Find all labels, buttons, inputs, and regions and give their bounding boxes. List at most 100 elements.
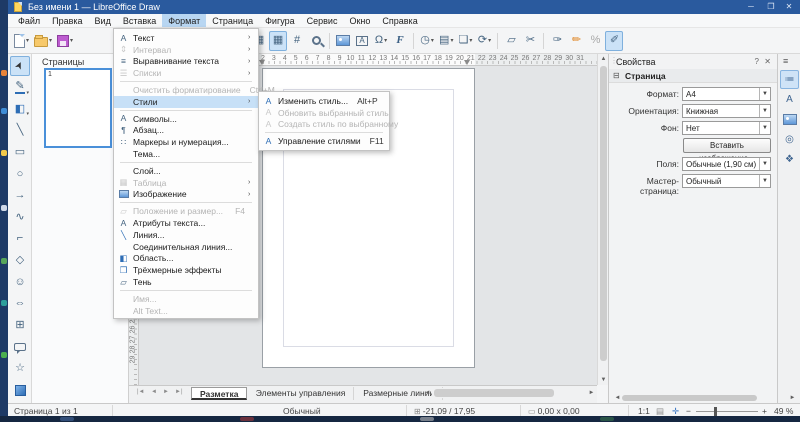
format-menu-item[interactable]: Слой... [114,165,258,177]
format-menu-item[interactable]: ∷Маркеры и нумерация... [114,136,258,148]
sidebar-horizontal-scrollbar[interactable]: ◄ ► [612,394,798,402]
page-style-indicator[interactable]: Обычный [283,406,321,416]
curves-and-polygons-tool-button[interactable]: ∿ [10,207,30,227]
menu-Вид[interactable]: Вид [89,14,117,27]
flowchart-tool-button[interactable]: ⊞ [10,315,30,335]
edit-points-button[interactable]: ✑ [548,31,566,51]
glue-points-button[interactable]: ✏ [567,31,585,51]
dropdown-arrow-icon[interactable]: ▾ [488,37,491,44]
scroll-right-icon[interactable]: ► [586,390,597,396]
sidebar-tab-gallery[interactable] [780,110,799,129]
horizontal-scrollbar-thumb[interactable] [434,389,554,397]
insert-field-button[interactable]: ◷▾ [418,31,436,51]
helplines-button[interactable]: # [288,31,306,51]
dropdown-arrow-icon[interactable]: ▾ [70,37,73,44]
scale-indicator[interactable]: 1:1 [638,406,650,416]
symbol-shapes-tool-button[interactable]: ☺ [10,272,30,292]
connectors-tool-button[interactable]: ⌐ [10,229,30,249]
previous-page-icon[interactable]: ◄ [151,389,157,395]
arrange-button[interactable]: ❏▾ [456,31,474,51]
line-color-tool-button[interactable]: ✎▾ [10,78,30,98]
zoom-slider-thumb[interactable] [714,407,717,416]
block-arrows-tool-button[interactable]: ⇔ [10,294,30,314]
layer-tab-active[interactable]: Разметка [191,387,247,400]
menu-Окно[interactable]: Окно [343,14,376,27]
close-button[interactable]: ✕ [780,1,798,13]
format-menu-item[interactable]: ❒Трёхмерные эффекты [114,264,258,276]
desktop-app-icon[interactable] [1,108,7,114]
first-page-icon[interactable]: |◄ [137,389,145,395]
select-tool-button[interactable]: ➤ [10,56,30,76]
sidebar-tab-shapes[interactable]: ❖ [780,150,799,169]
shadow-button[interactable]: ▱ [502,31,520,51]
desktop-app-icon[interactable] [1,300,7,306]
sidebar-menu-icon[interactable]: ≡ [783,56,788,66]
master-page-select[interactable]: Обычный ▼ [682,174,771,188]
open-button[interactable]: ▾ [32,31,54,51]
zoom-out-icon[interactable]: − [686,406,691,416]
dropdown-arrow-icon[interactable]: ▾ [450,37,453,44]
dropdown-arrow-icon[interactable]: ▾ [384,37,387,44]
callouts-tool-button[interactable] [10,337,30,357]
sidebar-tab-styles[interactable]: A [780,90,799,109]
zoom-in-icon[interactable]: + [762,406,767,416]
rectangle-tool-button[interactable]: ▭ [10,142,30,162]
desktop-app-icon[interactable] [1,352,7,358]
new-document-button[interactable]: ▾ [12,31,31,51]
chevron-down-icon[interactable]: ▼ [759,105,770,117]
fill-color-tool-button[interactable]: ◧▾ [10,99,30,119]
chevron-down-icon[interactable]: ▼ [759,122,770,134]
menu-Вставка[interactable]: Вставка [117,14,162,27]
lines-and-arrows-tool-button[interactable]: → [10,186,30,206]
3d-objects-tool-button[interactable] [10,380,30,400]
format-menu-item[interactable]: ¶Абзац... [114,125,258,137]
vertical-scrollbar-thumb[interactable] [600,66,607,361]
menu-Файл[interactable]: Файл [12,14,46,27]
dropdown-arrow-icon[interactable]: ▾ [49,37,52,44]
menu-Формат[interactable]: Формат [162,14,206,27]
layer-tab-item[interactable]: Элементы управления [248,387,355,400]
menu-Страница[interactable]: Страница [206,14,259,27]
insert-image-button[interactable]: Вставить изображение... [683,138,771,153]
fontwork-button[interactable]: F [391,31,409,51]
styles-submenu-item[interactable]: AИзменить стиль...Alt+P [259,95,389,107]
basic-shapes-tool-button[interactable]: ◇ [10,250,30,270]
format-menu-item[interactable]: ╲Линия... [114,229,258,241]
page-section-header[interactable]: ⊟ Страница [609,69,778,83]
vertical-scrollbar[interactable]: ▲ ▼ [597,54,608,385]
dropdown-arrow-icon[interactable]: ▾ [26,37,29,44]
format-menu-item[interactable]: ◧Область... [114,253,258,265]
collapse-section-icon[interactable]: ⊟ [613,71,620,80]
format-menu-item[interactable]: Изображение› [114,189,258,201]
show-draw-functions-button[interactable]: ✐ [605,31,623,51]
align-objects-button[interactable]: ▤▾ [437,31,455,51]
page-thumbnail[interactable]: 1 [44,68,112,148]
menu-Сервис[interactable]: Сервис [301,14,344,27]
sidebar-tab-properties[interactable]: ≔ [780,70,799,89]
chevron-down-icon[interactable]: ▼ [759,175,770,187]
zoom-slider[interactable] [696,411,758,412]
insert-image-button[interactable] [334,31,352,51]
chevron-down-icon[interactable]: ▼ [759,158,770,170]
format-menu-item[interactable]: Стили› [114,96,258,108]
menu-Фигура[interactable]: Фигура [259,14,301,27]
desktop-app-icon[interactable] [1,258,7,264]
chevron-down-icon[interactable]: ▼ [759,88,770,100]
sidebar-tab-navigator[interactable]: ◎ [780,130,799,149]
format-menu-item[interactable]: Соединительная линия... [114,241,258,253]
format-menu-item[interactable]: ▱Тень [114,276,258,288]
dropdown-arrow-icon[interactable]: ▾ [469,37,472,44]
horizontal-scrollbar[interactable]: ◄ ► [422,388,597,398]
menu-Справка[interactable]: Справка [376,14,423,27]
helplines-while-moving-button[interactable]: % [586,31,604,51]
scroll-right-icon[interactable]: ► [787,395,798,401]
help-icon[interactable]: ? [755,57,759,66]
format-menu-item[interactable]: AТекст› [114,32,258,44]
zoom-fit-icon[interactable]: ✛ [672,406,679,417]
background-select[interactable]: Нет ▼ [682,121,771,135]
close-sidebar-icon[interactable]: ✕ [764,57,771,66]
desktop-app-icon[interactable] [1,70,7,76]
dropdown-arrow-icon[interactable]: ▾ [431,37,434,44]
styles-submenu-item[interactable]: AУправление стилямиF11 [259,135,389,147]
dropdown-arrow-icon[interactable]: ▾ [26,90,29,96]
